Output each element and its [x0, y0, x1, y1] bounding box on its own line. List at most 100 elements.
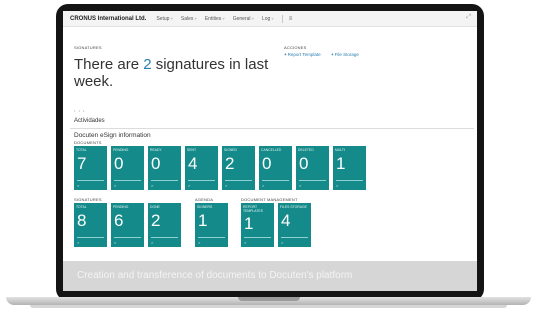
tile-label: FILES STORAGE	[280, 205, 307, 209]
chevron-right-icon: >	[262, 183, 265, 188]
tile-value: 0	[151, 154, 161, 173]
chevron-right-icon: >	[336, 183, 339, 188]
tile-divider	[299, 180, 326, 181]
chevron-right-icon: >	[151, 183, 154, 188]
tile-documents-deleted[interactable]: DELETED 0 >	[296, 146, 329, 190]
tile-divider	[77, 180, 104, 181]
actions-section-label: ACCIONES	[284, 45, 307, 50]
tile-label: SIGNED	[224, 148, 237, 152]
report-template-link[interactable]: +Report Template	[284, 52, 321, 57]
plus-icon: +	[331, 52, 334, 57]
chevron-right-icon: >	[299, 183, 302, 188]
tile-value: 8	[77, 211, 87, 230]
company-name[interactable]: CRONUS International Ltd.	[63, 16, 146, 22]
hamburger-menu-icon[interactable]: ≡	[289, 16, 293, 22]
tile-signatures-done[interactable]: DONE 2 >	[148, 203, 181, 247]
tile-documents-ready[interactable]: READY 0 >	[148, 146, 181, 190]
tile-documents-signed[interactable]: SIGNED 2 >	[222, 146, 255, 190]
footer-text: Creation and transference of documents t…	[77, 270, 353, 281]
tile-value: 1	[244, 214, 254, 233]
tile-divider	[114, 237, 141, 238]
tile-value: 0	[262, 154, 272, 173]
chevron-right-icon: >	[188, 183, 191, 188]
tile-value: 4	[188, 154, 198, 173]
tile-label: READY	[150, 148, 162, 152]
screen: CRONUS International Ltd. Setup Sales En…	[63, 11, 477, 291]
report-template-label: Report Template	[287, 52, 321, 57]
tile-label: MULTI	[335, 148, 345, 152]
topbar-divider	[281, 14, 283, 23]
tile-documents-pending[interactable]: PENDING 0 >	[111, 146, 144, 190]
tile-label: SENT	[187, 148, 197, 152]
tile-value: 2	[151, 211, 161, 230]
tile-divider	[198, 237, 225, 238]
tile-label: DELETED	[298, 148, 314, 152]
tile-label: CANCELLED	[261, 148, 282, 152]
chevron-right-icon: >	[225, 183, 228, 188]
tile-documents-sent[interactable]: SENT 4 >	[185, 146, 218, 190]
tile-report-templates[interactable]: REPORT TEMPLATES 1 >	[241, 203, 274, 247]
menu-entities[interactable]: Entities	[205, 16, 225, 22]
expand-icon[interactable]: ⤢	[466, 14, 471, 21]
tile-label: PENDING	[113, 148, 129, 152]
tile-divider	[281, 237, 308, 238]
headline-text-before: There are	[74, 56, 144, 73]
pager-dots[interactable]: • • •	[74, 108, 85, 113]
chevron-right-icon: >	[244, 240, 247, 245]
tile-label: TOTAL	[76, 148, 87, 152]
tile-files-storage[interactable]: FILES STORAGE 4 >	[278, 203, 311, 247]
tile-label: REPORT TEMPLATES	[243, 205, 263, 213]
footer-banner: Creation and transference of documents t…	[63, 261, 477, 291]
activities-title[interactable]: Actividades	[74, 118, 105, 124]
tile-value: 6	[114, 211, 124, 230]
tile-divider	[77, 237, 104, 238]
tile-divider	[244, 237, 271, 238]
tile-value: 1	[198, 211, 208, 230]
docuten-info-title: Docuten eSign information	[74, 132, 151, 139]
laptop-notch	[238, 297, 300, 301]
tile-signatures-total[interactable]: TOTAL 8 >	[74, 203, 107, 247]
tile-documents-cancelled[interactable]: CANCELLED 0 >	[259, 146, 292, 190]
signatures-headline[interactable]: There are 2 signatures in last week.	[74, 56, 274, 90]
headline-section-label: SIGNATURES	[74, 45, 102, 50]
plus-icon: +	[284, 52, 287, 57]
document-management-section-label: DOCUMENT MANAGEMENT	[241, 197, 298, 202]
menu-sales[interactable]: Sales	[181, 16, 197, 22]
tile-divider	[262, 180, 289, 181]
menu-log[interactable]: Log	[262, 16, 274, 22]
headline-count[interactable]: 2	[143, 56, 151, 73]
tile-label: DONE	[150, 205, 160, 209]
chevron-right-icon: >	[151, 240, 154, 245]
chevron-right-icon: >	[281, 240, 284, 245]
top-navigation-bar: CRONUS International Ltd. Setup Sales En…	[63, 11, 477, 27]
tile-value: 0	[114, 154, 124, 173]
tile-value: 2	[225, 154, 235, 173]
tile-value: 0	[299, 154, 309, 173]
tile-documents-multi[interactable]: MULTI 1 >	[333, 146, 366, 190]
tile-divider	[188, 180, 215, 181]
chevron-right-icon: >	[114, 240, 117, 245]
chevron-right-icon: >	[77, 240, 80, 245]
chevron-right-icon: >	[114, 183, 117, 188]
signatures-section-label: SIGNATURES	[74, 197, 102, 202]
tile-divider	[151, 237, 178, 238]
tile-value: 4	[281, 211, 291, 230]
tile-value: 7	[77, 154, 87, 173]
tile-label: TOTAL	[76, 205, 87, 209]
file-storage-link[interactable]: +File Storage	[331, 52, 359, 57]
tile-label: PENDING	[113, 205, 129, 209]
tile-divider	[151, 180, 178, 181]
laptop-base-shadow	[30, 305, 507, 308]
tile-divider	[114, 180, 141, 181]
tile-divider	[336, 180, 363, 181]
agenda-section-label: AGENDA	[195, 197, 214, 202]
menu-setup[interactable]: Setup	[156, 16, 173, 22]
tile-signatures-pending[interactable]: PENDING 6 >	[111, 203, 144, 247]
tile-divider	[225, 180, 252, 181]
menu-general[interactable]: General	[233, 16, 254, 22]
documents-section-label: DOCUMENTS	[74, 140, 102, 145]
tile-agenda-signers[interactable]: SIGNERS 1 >	[195, 203, 228, 247]
chevron-right-icon: >	[198, 240, 201, 245]
chevron-right-icon: >	[77, 183, 80, 188]
tile-documents-total[interactable]: TOTAL 7 >	[74, 146, 107, 190]
